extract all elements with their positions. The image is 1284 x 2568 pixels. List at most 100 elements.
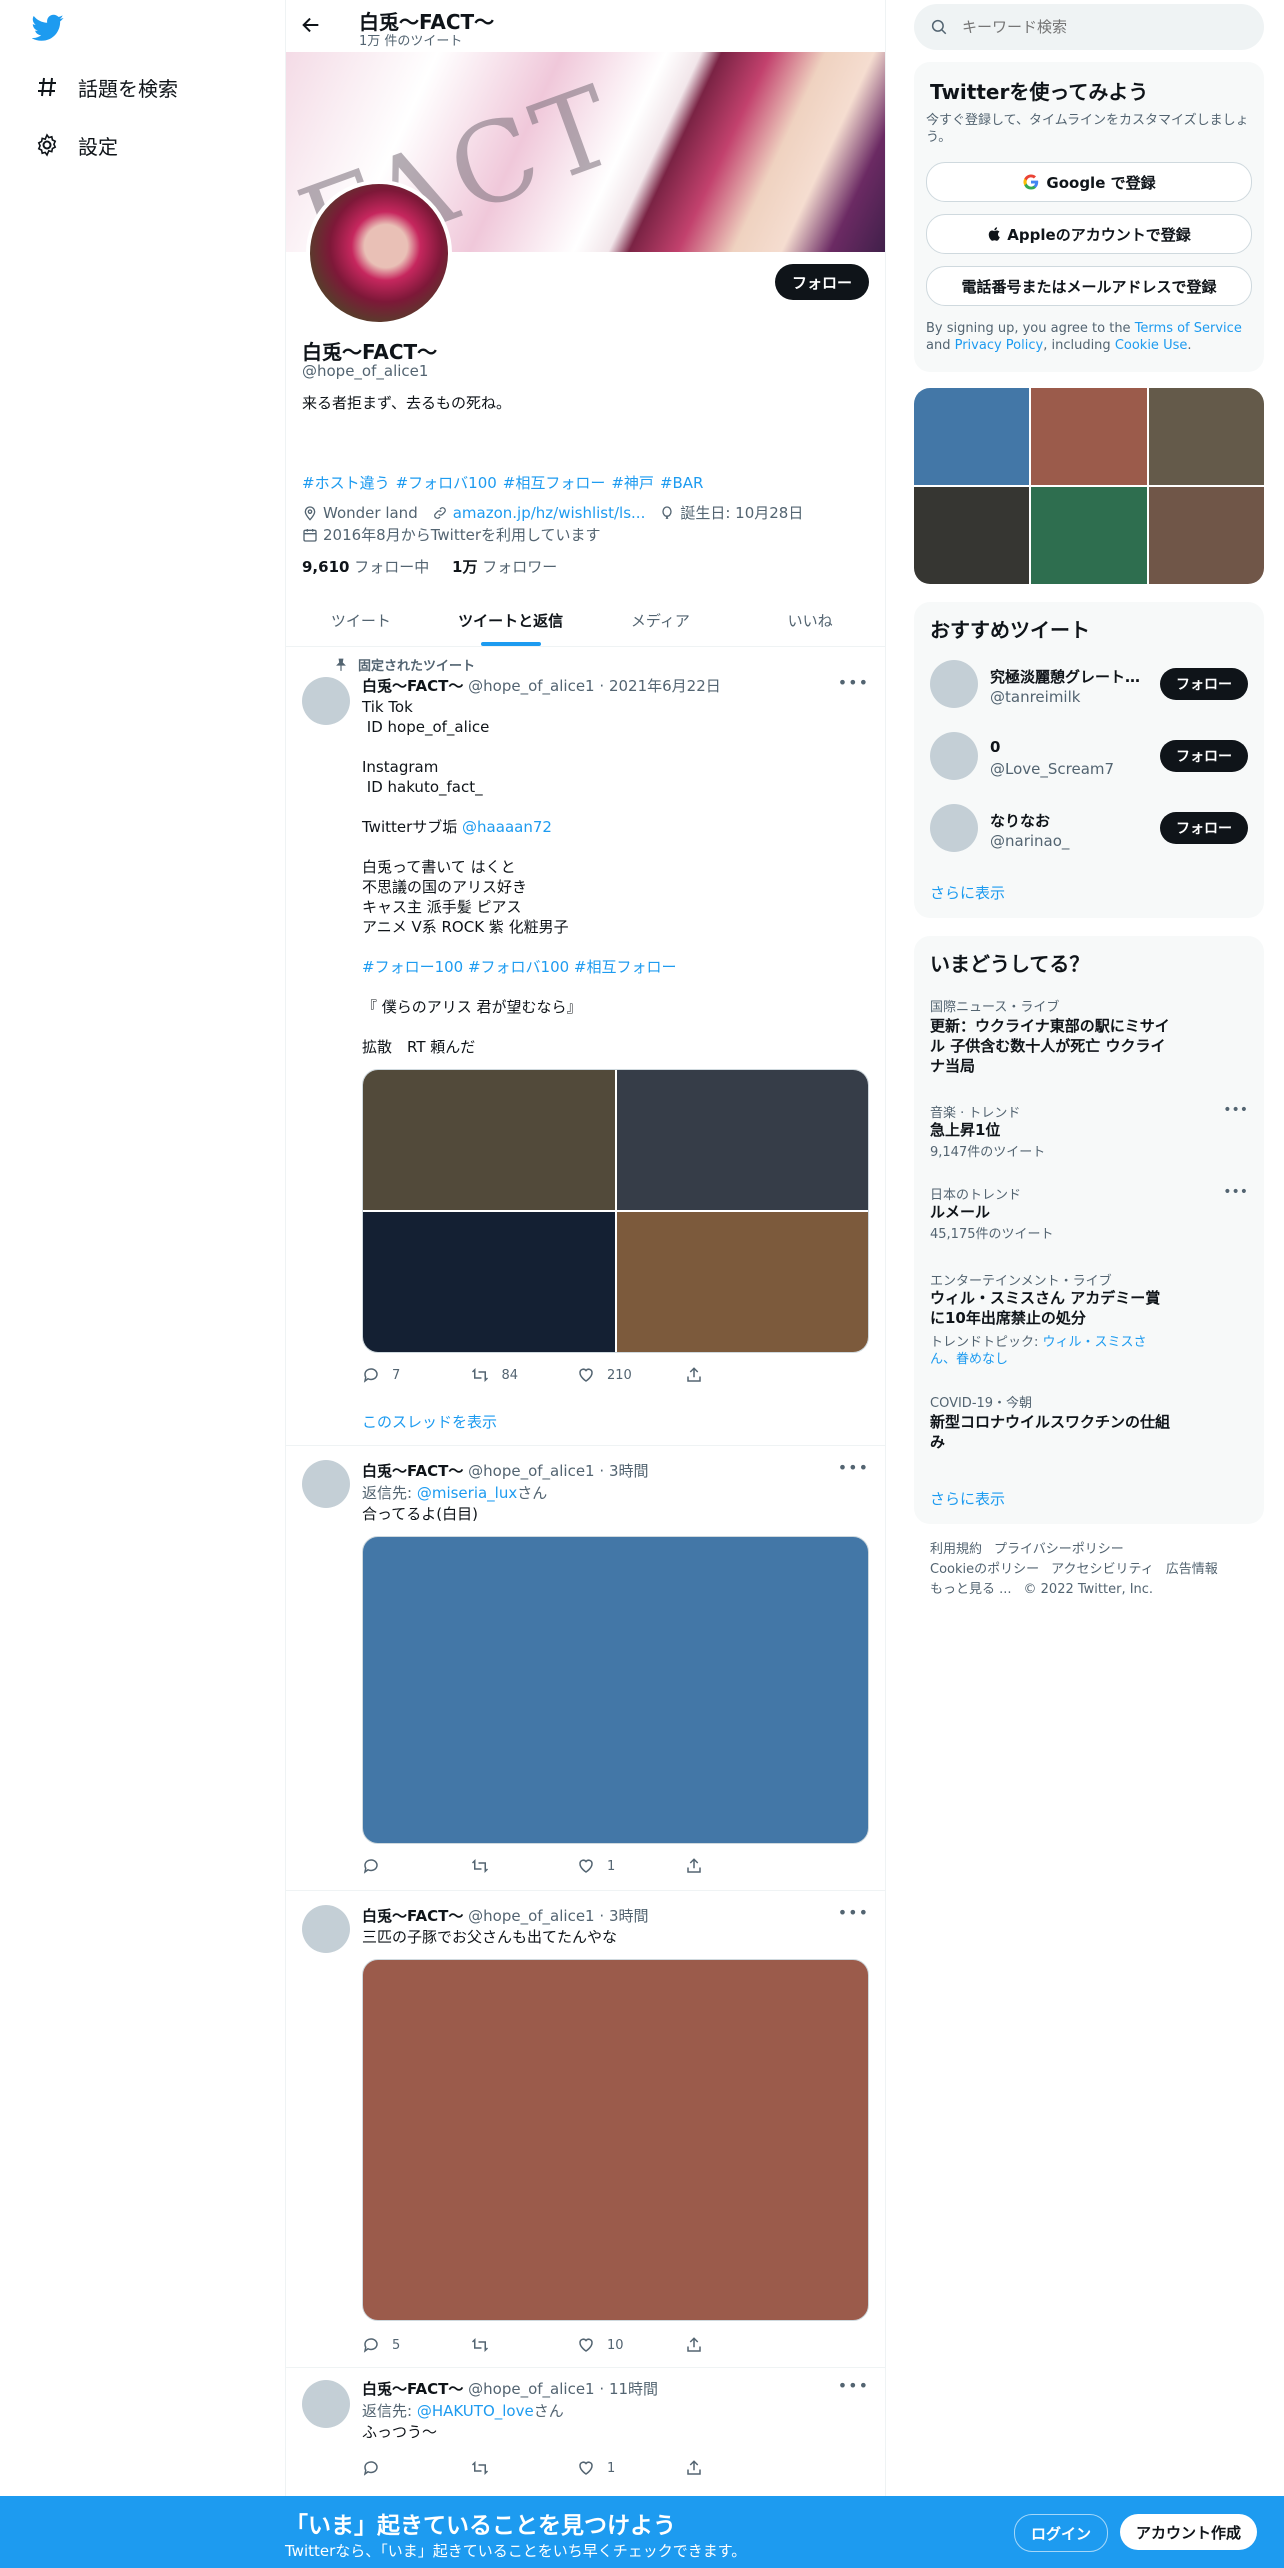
- show-more-link[interactable]: さらに表示: [930, 1488, 1005, 1509]
- tweet-avatar[interactable]: [302, 1460, 350, 1508]
- more-options-icon[interactable]: •••: [838, 1458, 869, 1477]
- retweet-button[interactable]: [470, 2335, 578, 2355]
- profile-link[interactable]: amazon.jp/hz/wishlist/ls...: [453, 504, 646, 522]
- tab-tweets-and-replies[interactable]: ツイートと返信: [436, 594, 586, 646]
- login-button[interactable]: ログイン: [1014, 2514, 1109, 2552]
- media-thumbnail[interactable]: [1148, 487, 1264, 584]
- reply-button[interactable]: [362, 2458, 470, 2478]
- more-options-icon[interactable]: •••: [1223, 1184, 1248, 1200]
- share-button[interactable]: [685, 2458, 793, 2478]
- cookie-use-link[interactable]: Cookie Use: [1115, 338, 1188, 353]
- reply-button[interactable]: 7: [362, 1365, 470, 1385]
- retweet-button[interactable]: 84: [470, 1365, 578, 1385]
- avatar[interactable]: [930, 660, 978, 708]
- share-button[interactable]: [685, 1365, 793, 1385]
- footer-ads-link[interactable]: 広告情報: [1166, 1562, 1218, 1577]
- tweet-media[interactable]: [362, 1536, 869, 1844]
- search-input[interactable]: [960, 17, 1244, 37]
- tweet-media[interactable]: [362, 1959, 869, 2321]
- hashtag-link[interactable]: #相互フォロー: [503, 474, 606, 492]
- media-image[interactable]: [616, 1212, 868, 1352]
- media-image[interactable]: [616, 1070, 868, 1210]
- tweet-author-name[interactable]: 白兎〜FACT〜: [362, 1462, 463, 1480]
- tweet-avatar[interactable]: [302, 2380, 350, 2428]
- reply-button[interactable]: [362, 1856, 470, 1876]
- tab-media[interactable]: メディア: [586, 594, 736, 646]
- search-box[interactable]: [914, 4, 1264, 50]
- media-image[interactable]: [363, 1212, 615, 1352]
- mention-link[interactable]: @haaaan72: [462, 818, 552, 836]
- back-arrow-icon[interactable]: [300, 14, 324, 38]
- tweet[interactable]: 白兎〜FACT〜 @hope_of_alice1 · 11時間 ••• 返信先:…: [286, 2368, 885, 2497]
- media-thumbnail[interactable]: [1148, 388, 1264, 485]
- terms-of-service-link[interactable]: Terms of Service: [1135, 321, 1242, 336]
- tweet[interactable]: 固定されたツイート 白兎〜FACT〜 @hope_of_alice1 · 202…: [286, 647, 885, 1446]
- hashtag-link[interactable]: #フォロバ100: [396, 474, 497, 492]
- media-thumbnail[interactable]: [1031, 388, 1147, 485]
- media-image[interactable]: [363, 1070, 615, 1210]
- create-account-button[interactable]: アカウント作成: [1120, 2514, 1258, 2550]
- hashtag-link[interactable]: #神戸: [611, 474, 654, 492]
- following-link[interactable]: 9,610 フォロー中: [302, 558, 429, 576]
- more-options-icon[interactable]: •••: [838, 2376, 869, 2395]
- profile-avatar[interactable]: [306, 180, 452, 326]
- tweet-author-name[interactable]: 白兎〜FACT〜: [362, 1907, 463, 1925]
- footer-cookie-link[interactable]: Cookieのポリシー: [930, 1562, 1039, 1577]
- tab-likes[interactable]: いいね: [735, 594, 885, 646]
- media-thumbnail[interactable]: [1031, 487, 1147, 584]
- footer-accessibility-link[interactable]: アクセシビリティ: [1051, 1562, 1154, 1577]
- share-button[interactable]: [685, 2335, 793, 2355]
- tweet-time[interactable]: 11時間: [609, 2380, 658, 2398]
- rec-user-name[interactable]: なりなお: [990, 810, 1140, 831]
- like-button[interactable]: 210: [577, 1365, 685, 1385]
- tweet-hashtags[interactable]: #フォロー100 #フォロバ100 #相互フォロー: [362, 957, 867, 977]
- tweet-author-handle[interactable]: @hope_of_alice1: [468, 677, 594, 695]
- follow-button[interactable]: フォロー: [1160, 812, 1248, 844]
- tweet[interactable]: 白兎〜FACT〜 @hope_of_alice1 · 3時間 ••• 三匹の子豚…: [286, 1891, 885, 2368]
- apple-signup-button[interactable]: Appleのアカウントで登録: [926, 214, 1252, 254]
- more-options-icon[interactable]: •••: [838, 673, 869, 692]
- avatar[interactable]: [930, 804, 978, 852]
- tab-tweets[interactable]: ツイート: [286, 594, 436, 646]
- google-signup-button[interactable]: Google で登録: [926, 162, 1252, 202]
- tweet[interactable]: 白兎〜FACT〜 @hope_of_alice1 · 3時間 ••• 返信先: …: [286, 1446, 885, 1891]
- show-thread-link[interactable]: このスレッドを表示: [362, 1411, 497, 1432]
- retweet-button[interactable]: [470, 1856, 578, 1876]
- follow-button[interactable]: フォロー: [1160, 668, 1248, 700]
- follow-button[interactable]: フォロー: [774, 264, 869, 300]
- reply-button[interactable]: 5: [362, 2335, 470, 2355]
- like-button[interactable]: 1: [577, 1856, 685, 1876]
- retweet-button[interactable]: [470, 2458, 578, 2478]
- tweet-avatar[interactable]: [302, 677, 350, 725]
- like-button[interactable]: 10: [577, 2335, 685, 2355]
- tweet-author-handle[interactable]: @hope_of_alice1: [468, 1907, 594, 1925]
- tweet-time[interactable]: 3時間: [609, 1907, 649, 1925]
- phone-email-signup-button[interactable]: 電話番号またはメールアドレスで登録: [926, 266, 1252, 306]
- rec-user-name[interactable]: 0: [990, 738, 1140, 756]
- privacy-policy-link[interactable]: Privacy Policy: [955, 338, 1044, 353]
- tweet-time[interactable]: 3時間: [609, 1462, 649, 1480]
- share-button[interactable]: [685, 1856, 793, 1876]
- tweet-author-name[interactable]: 白兎〜FACT〜: [362, 2380, 463, 2398]
- like-button[interactable]: 1: [577, 2458, 685, 2478]
- reply-mention-link[interactable]: @HAKUTO_love: [417, 2402, 534, 2420]
- hashtag-link[interactable]: #BAR: [660, 474, 704, 492]
- twitter-logo-icon[interactable]: [31, 14, 64, 44]
- tweet-time[interactable]: 2021年6月22日: [609, 677, 721, 695]
- tweet-author-name[interactable]: 白兎〜FACT〜: [362, 677, 463, 695]
- show-more-link[interactable]: さらに表示: [930, 882, 1005, 903]
- media-thumbnail[interactable]: [914, 388, 1030, 485]
- reply-mention-link[interactable]: @miseria_lux: [417, 1484, 517, 1502]
- tweet-avatar[interactable]: [302, 1905, 350, 1953]
- follow-button[interactable]: フォロー: [1160, 740, 1248, 772]
- tweet-author-handle[interactable]: @hope_of_alice1: [468, 2380, 594, 2398]
- hashtag-link[interactable]: #ホスト違う: [302, 474, 390, 492]
- avatar[interactable]: [930, 732, 978, 780]
- tweet-media-grid[interactable]: [362, 1069, 869, 1353]
- more-options-icon[interactable]: •••: [1223, 1102, 1248, 1118]
- followers-link[interactable]: 1万 フォロワー: [452, 558, 557, 576]
- tweet-author-handle[interactable]: @hope_of_alice1: [468, 1462, 594, 1480]
- footer-more-link[interactable]: もっと見る ...: [930, 1582, 1012, 1597]
- footer-terms-link[interactable]: 利用規約: [930, 1542, 982, 1557]
- more-options-icon[interactable]: •••: [838, 1903, 869, 1922]
